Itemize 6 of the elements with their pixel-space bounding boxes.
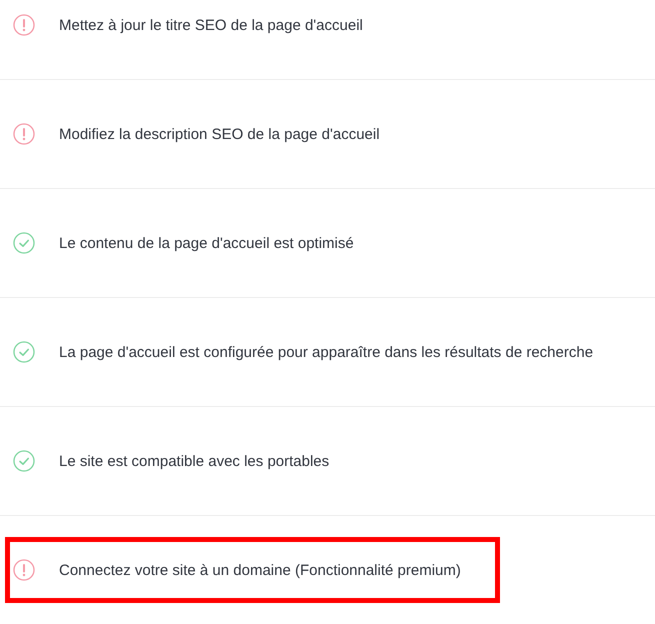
checklist-item-text: Connectez votre site à un domaine (Fonctionnalité premium) xyxy=(59,562,461,578)
checklist-item-text: Le contenu de la page d'accueil est optimisé xyxy=(59,234,354,252)
checklist-item-text: Mettez à jour le titre SEO de la page d'accueil xyxy=(59,16,363,34)
checklist-item-text: Modifiez la description SEO de la page d'accueil xyxy=(59,126,380,142)
checklist-item-text: La page d'accueil est configurée pour apparaître dans les résultats de recherche xyxy=(59,344,594,360)
checklist-item-text: Le site est compatible avec les portables xyxy=(59,452,330,470)
